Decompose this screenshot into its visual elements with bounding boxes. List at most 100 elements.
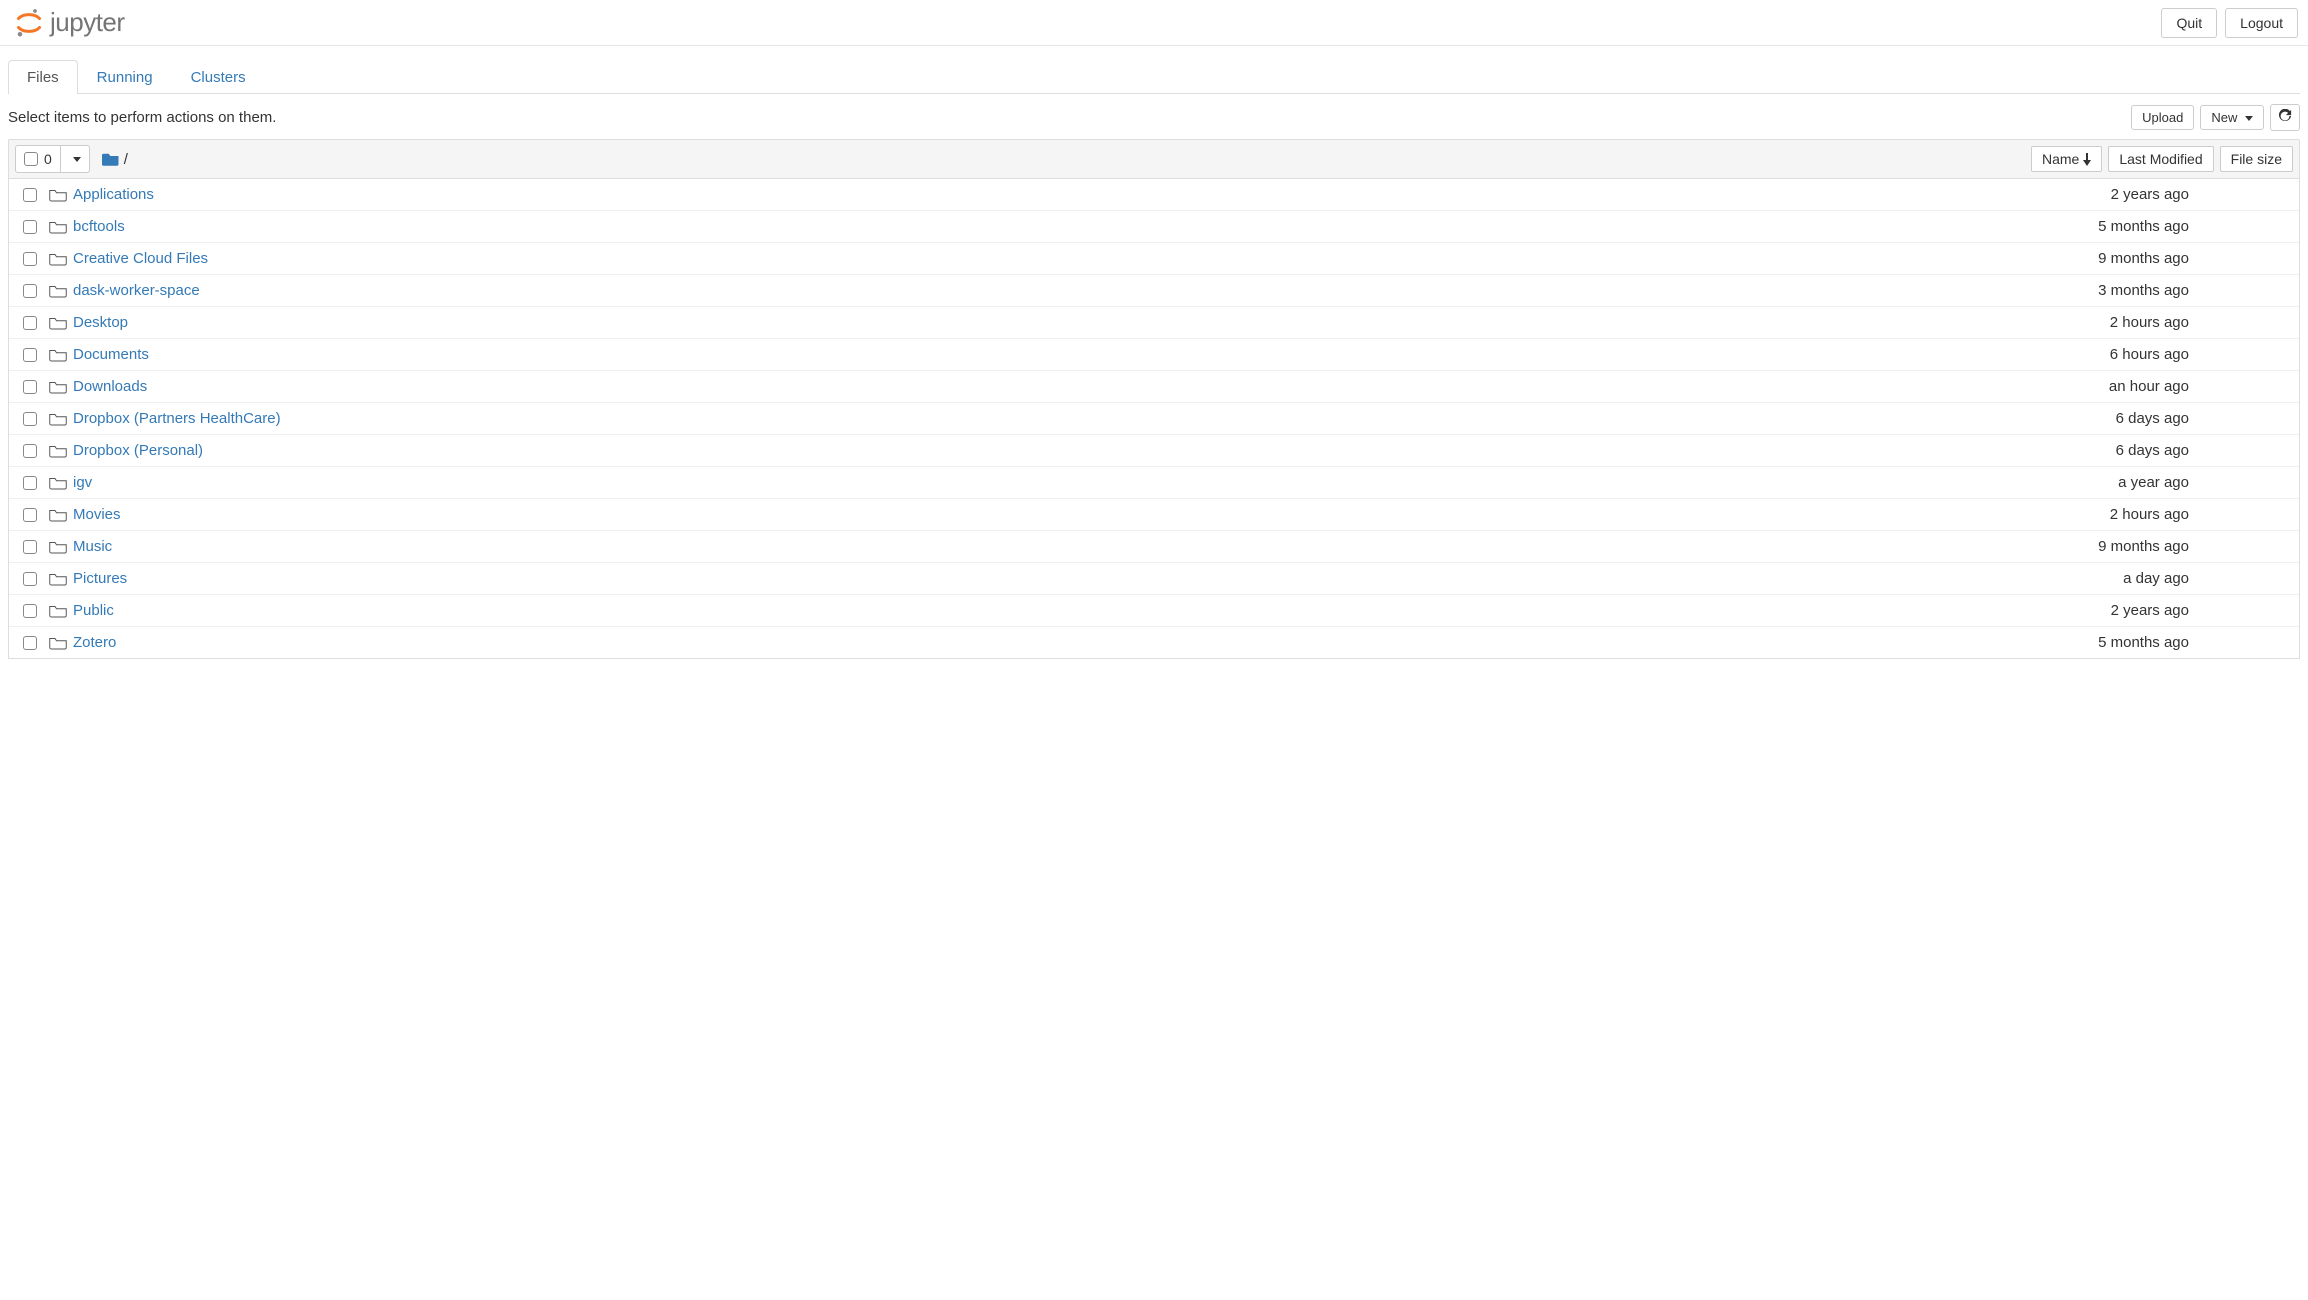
file-name-link[interactable]: igv	[73, 474, 1999, 491]
sort-name-button[interactable]: Name	[2031, 146, 2102, 172]
checkbox-icon	[24, 152, 38, 166]
file-name-link[interactable]: dask-worker-space	[73, 282, 1999, 299]
new-dropdown[interactable]: New	[2200, 105, 2264, 130]
tab-running[interactable]: Running	[78, 60, 172, 94]
folder-outline-icon	[49, 316, 73, 330]
file-modified: 2 hours ago	[1999, 314, 2199, 331]
folder-outline-icon	[49, 572, 73, 586]
sort-size-button[interactable]: File size	[2220, 146, 2293, 172]
file-name-link[interactable]: Documents	[73, 346, 1999, 363]
file-name-link[interactable]: Music	[73, 538, 1999, 555]
file-row: Picturesa day ago	[9, 563, 2299, 595]
row-checkbox[interactable]	[23, 284, 49, 298]
list-header: 0 / Name Last Modified File size	[8, 139, 2300, 179]
row-checkbox[interactable]	[23, 476, 49, 490]
header: jupyter Quit Logout	[0, 0, 2308, 46]
file-name-link[interactable]: bcftools	[73, 218, 1999, 235]
file-row: bcftools5 months ago	[9, 211, 2299, 243]
checkbox-icon	[23, 252, 37, 266]
row-checkbox[interactable]	[23, 508, 49, 522]
refresh-icon	[2278, 109, 2292, 123]
folder-outline-icon	[49, 604, 73, 618]
file-modified: 2 years ago	[1999, 186, 2199, 203]
folder-outline-icon	[49, 220, 73, 234]
file-name-link[interactable]: Public	[73, 602, 1999, 619]
new-dropdown-label: New	[2211, 110, 2237, 125]
row-checkbox[interactable]	[23, 252, 49, 266]
file-row: Movies2 hours ago	[9, 499, 2299, 531]
logo[interactable]: jupyter	[14, 7, 125, 38]
checkbox-icon	[23, 508, 37, 522]
file-modified: 3 months ago	[1999, 282, 2199, 299]
file-modified: 6 hours ago	[1999, 346, 2199, 363]
logout-button[interactable]: Logout	[2225, 8, 2298, 38]
checkbox-icon	[23, 284, 37, 298]
row-checkbox[interactable]	[23, 604, 49, 618]
file-name-link[interactable]: Dropbox (Personal)	[73, 442, 1999, 459]
folder-outline-icon	[49, 380, 73, 394]
caret-down-icon	[73, 157, 81, 162]
select-dropdown[interactable]	[61, 145, 90, 173]
row-checkbox[interactable]	[23, 188, 49, 202]
checkbox-icon	[23, 572, 37, 586]
folder-outline-icon	[49, 540, 73, 554]
file-modified: 9 months ago	[1999, 250, 2199, 267]
arrow-down-icon	[2083, 153, 2091, 166]
file-row: Public2 years ago	[9, 595, 2299, 627]
logo-text: jupyter	[50, 7, 125, 38]
upload-button[interactable]: Upload	[2131, 105, 2194, 130]
row-checkbox[interactable]	[23, 220, 49, 234]
breadcrumb[interactable]: /	[102, 151, 128, 168]
selected-count: 0	[44, 151, 52, 167]
folder-outline-icon	[49, 444, 73, 458]
file-name-link[interactable]: Zotero	[73, 634, 1999, 651]
row-checkbox[interactable]	[23, 572, 49, 586]
checkbox-icon	[23, 412, 37, 426]
row-checkbox[interactable]	[23, 444, 49, 458]
checkbox-icon	[23, 380, 37, 394]
row-checkbox[interactable]	[23, 412, 49, 426]
col-modified-label: Last Modified	[2119, 151, 2202, 167]
file-row: dask-worker-space3 months ago	[9, 275, 2299, 307]
file-row: Creative Cloud Files9 months ago	[9, 243, 2299, 275]
file-name-link[interactable]: Downloads	[73, 378, 1999, 395]
file-list: Applications2 years agobcftools5 months …	[8, 179, 2300, 659]
row-checkbox[interactable]	[23, 348, 49, 362]
folder-outline-icon	[49, 508, 73, 522]
tab-files[interactable]: Files	[8, 60, 78, 94]
refresh-button[interactable]	[2270, 104, 2300, 131]
file-modified: 5 months ago	[1999, 218, 2199, 235]
sort-modified-button[interactable]: Last Modified	[2108, 146, 2213, 172]
folder-outline-icon	[49, 412, 73, 426]
file-name-link[interactable]: Movies	[73, 506, 1999, 523]
folder-outline-icon	[49, 476, 73, 490]
file-modified: a day ago	[1999, 570, 2199, 587]
file-row: Dropbox (Personal)6 days ago	[9, 435, 2299, 467]
file-name-link[interactable]: Pictures	[73, 570, 1999, 587]
tab-clusters[interactable]: Clusters	[172, 60, 265, 94]
quit-button[interactable]: Quit	[2161, 8, 2217, 38]
file-name-link[interactable]: Desktop	[73, 314, 1999, 331]
row-checkbox[interactable]	[23, 380, 49, 394]
file-modified: an hour ago	[1999, 378, 2199, 395]
file-name-link[interactable]: Creative Cloud Files	[73, 250, 1999, 267]
file-row: Downloadsan hour ago	[9, 371, 2299, 403]
checkbox-icon	[23, 636, 37, 650]
tabs: Files Running Clusters	[8, 60, 2300, 94]
file-name-link[interactable]: Applications	[73, 186, 1999, 203]
file-row: Desktop2 hours ago	[9, 307, 2299, 339]
row-checkbox[interactable]	[23, 636, 49, 650]
checkbox-icon	[23, 604, 37, 618]
row-checkbox[interactable]	[23, 316, 49, 330]
header-buttons: Quit Logout	[2161, 8, 2298, 38]
select-all-group: 0	[15, 145, 90, 173]
row-checkbox[interactable]	[23, 540, 49, 554]
file-row: Applications2 years ago	[9, 179, 2299, 211]
breadcrumb-root: /	[124, 151, 128, 168]
folder-outline-icon	[49, 252, 73, 266]
file-row: Music9 months ago	[9, 531, 2299, 563]
select-all-checkbox[interactable]: 0	[15, 145, 61, 173]
file-modified: 2 years ago	[1999, 602, 2199, 619]
jupyter-icon	[14, 8, 44, 38]
file-name-link[interactable]: Dropbox (Partners HealthCare)	[73, 410, 1999, 427]
